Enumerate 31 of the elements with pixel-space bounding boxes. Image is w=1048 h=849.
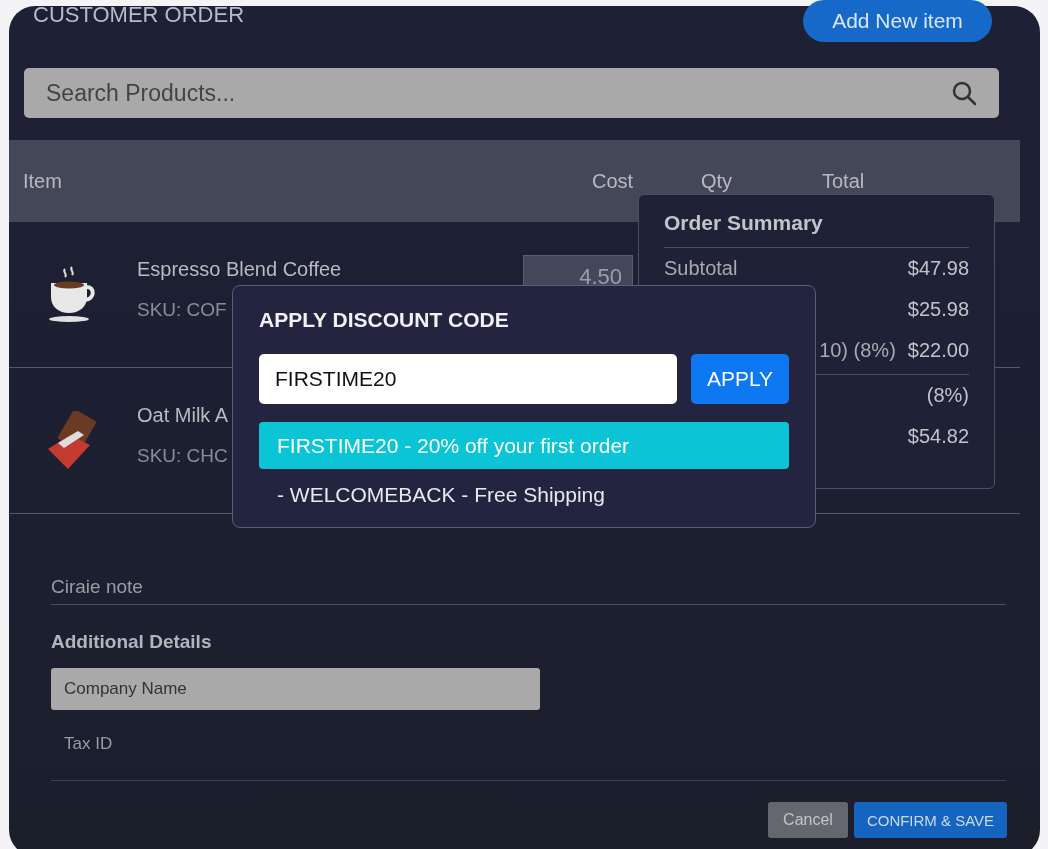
cancel-button[interactable]: Cancel — [768, 802, 848, 838]
discount-code-field[interactable]: FIRSTIME20 — [259, 354, 677, 404]
column-header: Qty — [701, 169, 733, 193]
summary-value: (8%) — [926, 384, 969, 407]
column-header: Item — [23, 169, 62, 193]
discount-suggestion[interactable]: FIRSTIME20 - 20% off your first order — [259, 422, 789, 469]
product-sku: SKU: COF — [137, 299, 227, 321]
summary-value: $47.98 — [907, 257, 969, 280]
summary-label: Subtotal — [664, 257, 738, 280]
column-header: Total — [822, 169, 865, 193]
add-item-button[interactable]: Add New item — [803, 0, 992, 42]
product-name: Oat Milk A — [137, 404, 229, 427]
page-title: CUSTOMER ORDER — [33, 2, 245, 28]
discount-suggestion[interactable]: - WELCOMEBACK - Free Shipping — [259, 469, 789, 505]
summary-value: $22.00 — [907, 339, 969, 362]
tax-id-field[interactable]: Tax ID — [64, 734, 364, 754]
summary-label: 10) (8%) — [819, 339, 896, 362]
summary-title: Order Summary — [664, 211, 969, 248]
product-name: Espresso Blend Coffee — [137, 258, 342, 281]
company-name-field[interactable]: Company Name — [51, 668, 540, 710]
column-header: Cost — [592, 169, 634, 193]
search-field[interactable]: Search Products... — [24, 68, 999, 118]
apply-button[interactable]: APPLY — [691, 354, 789, 404]
search-icon[interactable] — [951, 80, 977, 106]
confirm-save-button[interactable]: CONFIRM & SAVE — [854, 802, 1007, 838]
summary-value: $54.82 — [907, 425, 969, 448]
section-title: Additional Details — [51, 631, 212, 653]
note-field[interactable]: Ciraie note — [51, 564, 1006, 605]
product-sku: SKU: CHC — [137, 445, 228, 467]
summary-value: $25.98 — [907, 298, 969, 321]
dialog-title: APPLY DISCOUNT CODE — [259, 308, 510, 332]
